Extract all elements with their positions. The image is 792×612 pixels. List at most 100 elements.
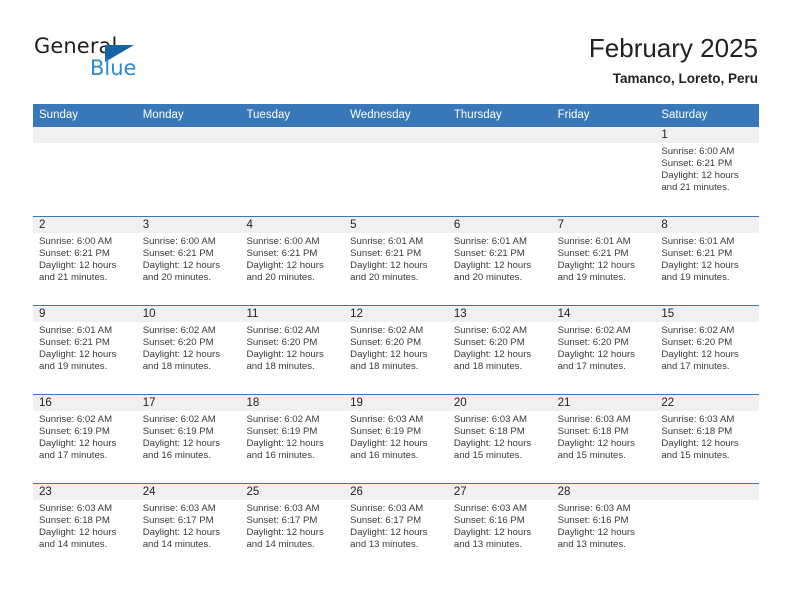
sunrise-text: Sunrise: 6:01 AM bbox=[350, 236, 424, 247]
day-number: 13 bbox=[447, 306, 552, 322]
daylight-text: Daylight: 12 hours bbox=[142, 526, 221, 538]
day-info: Sunrise: 6:02 AM Sunset: 6:19 PM Dayligh… bbox=[33, 411, 137, 462]
sunset-text: Sunset: 6:21 PM bbox=[661, 157, 733, 169]
day-cell[interactable]: 9 Sunrise: 6:01 AM Sunset: 6:21 PM Dayli… bbox=[33, 306, 137, 394]
daylight-text: Daylight: 12 hours bbox=[246, 526, 324, 538]
day-cell[interactable]: 21 Sunrise: 6:03 AM Sunset: 6:18 PM Dayl… bbox=[551, 395, 656, 483]
sunset-text: Sunset: 6:21 PM bbox=[453, 247, 525, 259]
daylight-text: Daylight: 12 hours bbox=[350, 348, 428, 360]
day-cell[interactable] bbox=[136, 127, 241, 216]
day-number: 10 bbox=[136, 306, 241, 322]
day-info: Sunrise: 6:00 AM Sunset: 6:21 PM Dayligh… bbox=[137, 233, 241, 284]
day-cell[interactable] bbox=[344, 127, 448, 216]
daylight-text-cont: and 18 minutes. bbox=[350, 360, 419, 372]
daylight-text: Daylight: 12 hours bbox=[661, 169, 739, 181]
sunrise-text: Sunrise: 6:01 AM bbox=[557, 236, 631, 247]
sunset-text: Sunset: 6:19 PM bbox=[39, 425, 110, 437]
sunset-text: Sunset: 6:17 PM bbox=[142, 514, 214, 526]
sunset-text: Sunset: 6:20 PM bbox=[246, 336, 318, 348]
daylight-text-cont: and 21 minutes. bbox=[39, 271, 108, 283]
daylight-text-cont: and 17 minutes. bbox=[557, 360, 626, 372]
sunset-text: Sunset: 6:20 PM bbox=[350, 336, 422, 348]
day-info: Sunrise: 6:02 AM Sunset: 6:20 PM Dayligh… bbox=[137, 322, 241, 373]
daylight-text-cont: and 20 minutes. bbox=[453, 271, 523, 283]
day-number bbox=[240, 127, 345, 143]
day-cell[interactable]: 23 Sunrise: 6:03 AM Sunset: 6:18 PM Dayl… bbox=[33, 484, 137, 572]
calendar-page: General Blue February 2025 Tamanco, Lore… bbox=[0, 0, 792, 612]
day-cell[interactable] bbox=[447, 127, 552, 216]
day-cell[interactable]: 24 Sunrise: 6:03 AM Sunset: 6:17 PM Dayl… bbox=[136, 484, 241, 572]
day-info: Sunrise: 6:03 AM Sunset: 6:18 PM Dayligh… bbox=[33, 500, 137, 551]
day-cell[interactable] bbox=[551, 127, 656, 216]
day-info: Sunrise: 6:03 AM Sunset: 6:18 PM Dayligh… bbox=[552, 411, 656, 462]
general-blue-logo[interactable]: General Blue bbox=[34, 35, 234, 87]
daylight-text: Daylight: 12 hours bbox=[661, 259, 739, 271]
sunset-text: Sunset: 6:21 PM bbox=[661, 247, 733, 259]
sunset-text: Sunset: 6:16 PM bbox=[453, 514, 525, 526]
day-number: 6 bbox=[447, 217, 552, 233]
day-cell[interactable]: 8 Sunrise: 6:01 AM Sunset: 6:21 PM Dayli… bbox=[655, 217, 760, 305]
sunrise-text: Sunrise: 6:00 AM bbox=[142, 236, 216, 247]
day-cell[interactable]: 17 Sunrise: 6:02 AM Sunset: 6:19 PM Dayl… bbox=[136, 395, 241, 483]
daylight-text: Daylight: 12 hours bbox=[39, 348, 117, 360]
day-cell[interactable]: 26 Sunrise: 6:03 AM Sunset: 6:17 PM Dayl… bbox=[344, 484, 448, 572]
day-number bbox=[551, 127, 656, 143]
sunset-text: Sunset: 6:21 PM bbox=[246, 247, 318, 259]
day-cell[interactable]: 6 Sunrise: 6:01 AM Sunset: 6:21 PM Dayli… bbox=[447, 217, 552, 305]
sunset-text: Sunset: 6:16 PM bbox=[557, 514, 629, 526]
day-cell[interactable]: 18 Sunrise: 6:02 AM Sunset: 6:19 PM Dayl… bbox=[240, 395, 345, 483]
day-cell[interactable]: 10 Sunrise: 6:02 AM Sunset: 6:20 PM Dayl… bbox=[136, 306, 241, 394]
day-cell[interactable]: 1 Sunrise: 6:00 AM Sunset: 6:21 PM Dayli… bbox=[655, 127, 760, 216]
day-cell[interactable]: 13 Sunrise: 6:02 AM Sunset: 6:20 PM Dayl… bbox=[447, 306, 552, 394]
day-info: Sunrise: 6:03 AM Sunset: 6:18 PM Dayligh… bbox=[448, 411, 552, 462]
day-info: Sunrise: 6:01 AM Sunset: 6:21 PM Dayligh… bbox=[344, 233, 448, 284]
daylight-text-cont: and 17 minutes. bbox=[39, 449, 108, 461]
day-cell[interactable]: 7 Sunrise: 6:01 AM Sunset: 6:21 PM Dayli… bbox=[551, 217, 656, 305]
day-cell[interactable]: 14 Sunrise: 6:02 AM Sunset: 6:20 PM Dayl… bbox=[551, 306, 656, 394]
day-cell[interactable]: 12 Sunrise: 6:02 AM Sunset: 6:20 PM Dayl… bbox=[344, 306, 448, 394]
daylight-text: Daylight: 12 hours bbox=[453, 348, 532, 360]
daylight-text: Daylight: 12 hours bbox=[453, 526, 532, 538]
week-row: 23 Sunrise: 6:03 AM Sunset: 6:18 PM Dayl… bbox=[33, 483, 760, 572]
weekday-sunday: Sunday bbox=[39, 109, 79, 121]
day-info: Sunrise: 6:02 AM Sunset: 6:19 PM Dayligh… bbox=[240, 411, 344, 462]
day-number bbox=[447, 127, 552, 143]
day-number: 27 bbox=[447, 484, 552, 500]
daylight-text: Daylight: 12 hours bbox=[350, 259, 428, 271]
sunset-text: Sunset: 6:18 PM bbox=[557, 425, 629, 437]
sunset-text: Sunset: 6:20 PM bbox=[453, 336, 525, 348]
day-cell[interactable] bbox=[655, 484, 760, 572]
sunrise-text: Sunrise: 6:02 AM bbox=[246, 325, 320, 336]
sunset-text: Sunset: 6:21 PM bbox=[557, 247, 629, 259]
day-number bbox=[655, 484, 760, 500]
day-cell[interactable] bbox=[33, 127, 137, 216]
day-info: Sunrise: 6:02 AM Sunset: 6:20 PM Dayligh… bbox=[344, 322, 448, 373]
daylight-text-cont: and 13 minutes. bbox=[350, 538, 419, 550]
day-cell[interactable]: 28 Sunrise: 6:03 AM Sunset: 6:16 PM Dayl… bbox=[551, 484, 656, 572]
day-cell[interactable] bbox=[240, 127, 345, 216]
weekday-tuesday: Tuesday bbox=[246, 109, 291, 121]
day-cell[interactable]: 15 Sunrise: 6:02 AM Sunset: 6:20 PM Dayl… bbox=[655, 306, 760, 394]
day-cell[interactable]: 4 Sunrise: 6:00 AM Sunset: 6:21 PM Dayli… bbox=[240, 217, 345, 305]
day-cell[interactable]: 11 Sunrise: 6:02 AM Sunset: 6:20 PM Dayl… bbox=[240, 306, 345, 394]
weekday-monday: Monday bbox=[142, 109, 184, 121]
daylight-text-cont: and 19 minutes. bbox=[39, 360, 108, 372]
day-cell[interactable]: 2 Sunrise: 6:00 AM Sunset: 6:21 PM Dayli… bbox=[33, 217, 137, 305]
sunset-text: Sunset: 6:21 PM bbox=[350, 247, 422, 259]
day-cell[interactable]: 5 Sunrise: 6:01 AM Sunset: 6:21 PM Dayli… bbox=[344, 217, 448, 305]
daylight-text-cont: and 15 minutes. bbox=[557, 449, 626, 461]
day-cell[interactable]: 27 Sunrise: 6:03 AM Sunset: 6:16 PM Dayl… bbox=[447, 484, 552, 572]
day-number: 15 bbox=[655, 306, 760, 322]
day-number bbox=[344, 127, 448, 143]
day-cell[interactable]: 16 Sunrise: 6:02 AM Sunset: 6:19 PM Dayl… bbox=[33, 395, 137, 483]
sunset-text: Sunset: 6:17 PM bbox=[350, 514, 422, 526]
day-cell[interactable]: 19 Sunrise: 6:03 AM Sunset: 6:19 PM Dayl… bbox=[344, 395, 448, 483]
day-cell[interactable]: 20 Sunrise: 6:03 AM Sunset: 6:18 PM Dayl… bbox=[447, 395, 552, 483]
day-info bbox=[448, 143, 552, 146]
day-number: 5 bbox=[344, 217, 448, 233]
day-cell[interactable]: 3 Sunrise: 6:00 AM Sunset: 6:21 PM Dayli… bbox=[136, 217, 241, 305]
day-cell[interactable]: 25 Sunrise: 6:03 AM Sunset: 6:17 PM Dayl… bbox=[240, 484, 345, 572]
day-info: Sunrise: 6:01 AM Sunset: 6:21 PM Dayligh… bbox=[655, 233, 759, 284]
day-cell[interactable]: 22 Sunrise: 6:03 AM Sunset: 6:18 PM Dayl… bbox=[655, 395, 760, 483]
sunrise-text: Sunrise: 6:03 AM bbox=[557, 414, 631, 425]
